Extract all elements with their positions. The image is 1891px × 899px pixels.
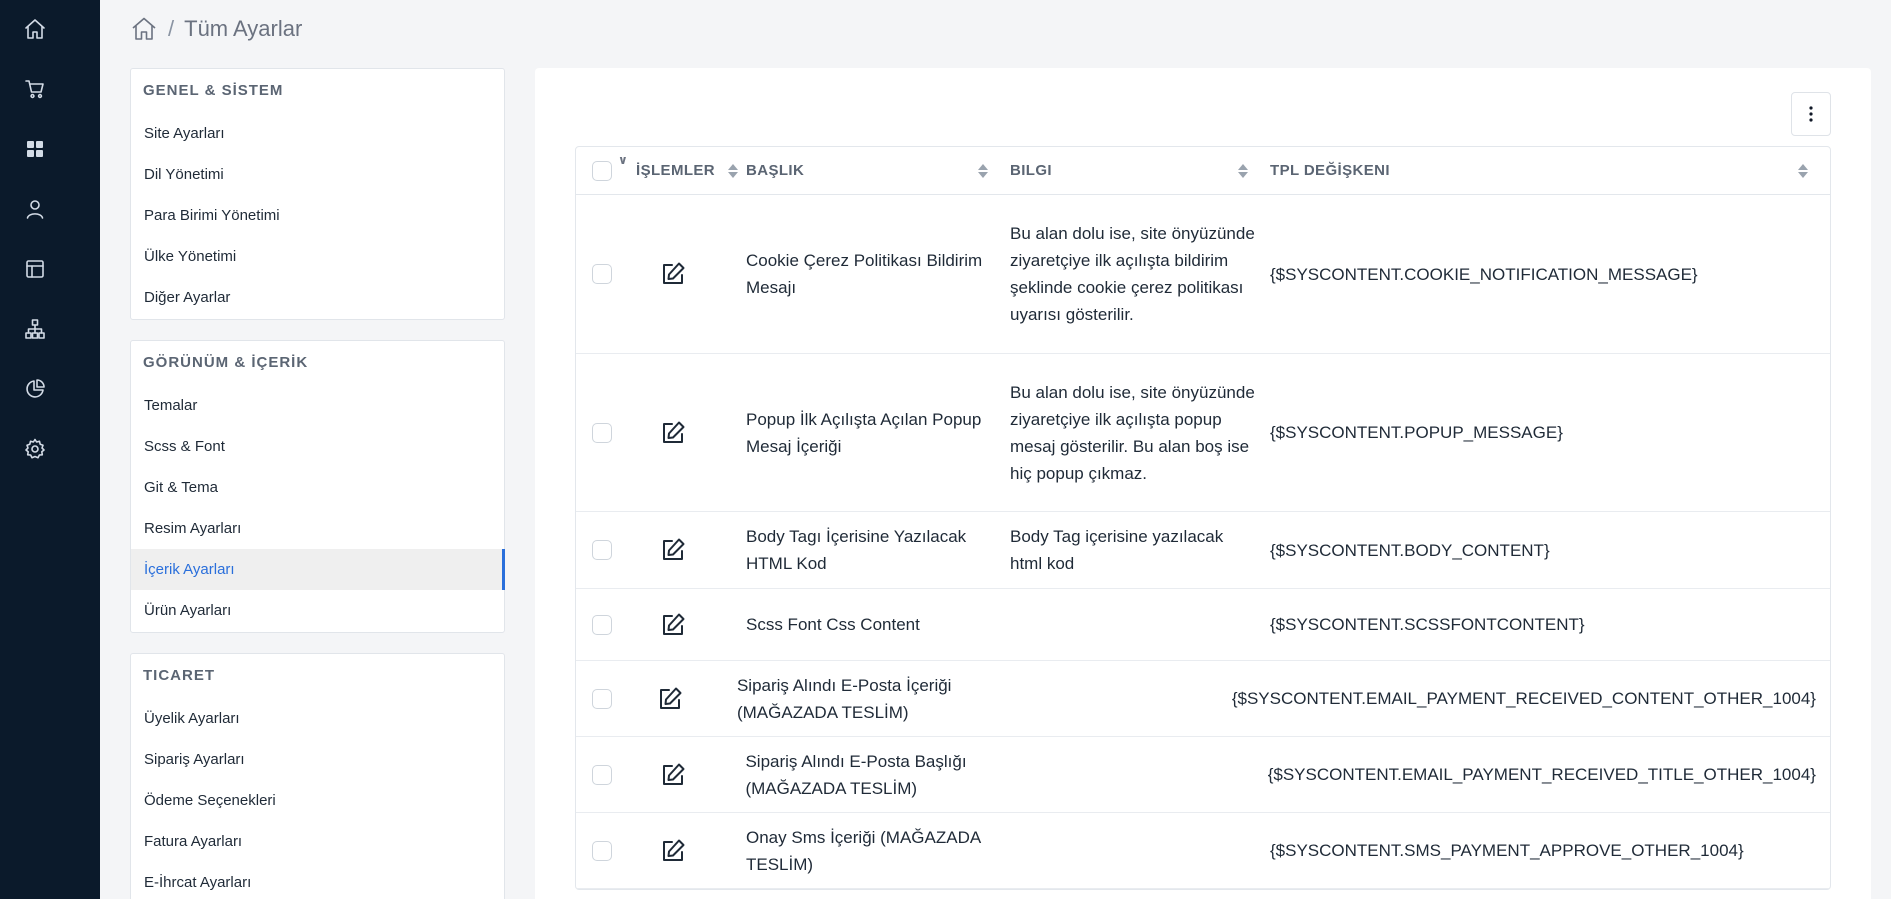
gear-icon[interactable] [22,436,48,462]
row-title: Sipariş Alındı E-Posta İçeriği (MAĞAZADA… [736,675,952,722]
menu-item-country[interactable]: Ülke Yönetimi [131,236,504,277]
header-select-cell: ∨ [576,153,636,181]
table-header: ∨ İŞLEMLER BAŞLIK BILGI TPL DEĞİŞKENI [576,147,1830,195]
content-card: ∨ İŞLEMLER BAŞLIK BILGI TPL DEĞİŞKENI Co… [535,68,1871,899]
breadcrumb-home-icon[interactable] [130,15,158,43]
menu-item-payment-options[interactable]: Ödeme Seçenekleri [131,780,504,821]
more-options-button[interactable] [1791,92,1831,136]
breadcrumb-separator: / [168,16,175,41]
kebab-icon [1809,106,1813,122]
edit-icon[interactable] [659,611,687,639]
edit-icon[interactable] [659,837,687,865]
table-row: Sipariş Alındı E-Posta İçeriği (MAĞAZADA… [576,661,1830,737]
menu-item-git-theme[interactable]: Git & Tema [131,467,504,508]
row-checkbox[interactable] [592,688,612,709]
table-row: Popup İlk Açılışta Açılan Popup Mesaj İç… [576,354,1830,512]
header-info[interactable]: BILGI [1010,162,1270,179]
row-info: Bu alan dolu ise, site önyüzünde ziyaret… [1010,224,1255,324]
row-checkbox[interactable] [592,614,612,635]
row-checkbox[interactable] [592,540,612,560]
row-tpl: {$SYSCONTENT.EMAIL_PAYMENT_RECEIVED_CONT… [1231,689,1816,708]
menu-item-currency[interactable]: Para Birimi Yönetimi [131,195,504,236]
row-title: Scss Font Css Content [746,615,920,634]
menu-item-scss-font[interactable]: Scss & Font [131,426,504,467]
settings-table: ∨ İŞLEMLER BAŞLIK BILGI TPL DEĞİŞKENI Co… [575,146,1831,890]
layout-icon[interactable] [22,256,48,282]
panel-title-commerce: TICARET [143,667,215,684]
menu-panel-commerce: TICARET Üyelik Ayarları Sipariş Ayarları… [130,653,505,899]
row-tpl: {$SYSCONTENT.BODY_CONTENT} [1270,540,1550,560]
left-rail [0,0,100,899]
header-tpl-label: TPL DEĞİŞKENI [1270,162,1390,179]
row-info: Bu alan dolu ise, site önyüzünde ziyaret… [1010,382,1255,483]
edit-icon[interactable] [659,761,687,789]
row-title: Cookie Çerez Politikası Bildirim Mesajı [746,251,983,297]
menu-item-invoice[interactable]: Fatura Ayarları [131,821,504,862]
sort-icon[interactable] [1238,163,1248,178]
panel-title-appearance: GÖRÜNÜM & İÇERİK [143,354,309,371]
row-tpl: {$SYSCONTENT.EMAIL_PAYMENT_RECEIVED_TITL… [1267,765,1816,784]
breadcrumb: / Tüm Ayarlar [130,14,302,44]
row-info: Body Tag içerisine yazılacak html kod [1010,527,1224,573]
menu-item-themes[interactable]: Temalar [131,385,504,426]
header-actions-label: İŞLEMLER [636,162,716,179]
cart-icon[interactable] [22,76,48,102]
header-title-label: BAŞLIK [746,162,805,179]
menu-item-language[interactable]: Dil Yönetimi [131,154,504,195]
menu-item-export[interactable]: E-İhrcat Ayarları [131,862,504,899]
row-checkbox[interactable] [592,422,612,443]
menu-item-other[interactable]: Diğer Ayarlar [131,277,504,318]
header-title[interactable]: BAŞLIK [746,162,1010,179]
row-title: Popup İlk Açılışta Açılan Popup Mesaj İç… [746,409,982,456]
row-tpl: {$SYSCONTENT.COOKIE_NOTIFICATION_MESSAGE… [1270,264,1698,284]
menu-panel-appearance: GÖRÜNÜM & İÇERİK Temalar Scss & Font Git… [130,340,505,633]
row-checkbox[interactable] [592,764,612,785]
header-tpl[interactable]: TPL DEĞİŞKENI [1270,162,1830,179]
table-row: Sipariş Alındı E-Posta Başlığı (MAĞAZADA… [576,737,1830,813]
menu-item-orders[interactable]: Sipariş Ayarları [131,739,504,780]
menu-panel-general: GENEL & SİSTEM Site Ayarları Dil Yönetim… [130,68,505,320]
sitemap-icon[interactable] [22,316,48,342]
table-row: Body Tagı İçerisine Yazılacak HTML Kod B… [576,512,1830,589]
user-icon[interactable] [22,196,48,222]
dashboard-icon[interactable] [22,136,48,162]
menu-item-membership[interactable]: Üyelik Ayarları [131,698,504,739]
home-icon[interactable] [22,16,48,42]
row-tpl: {$SYSCONTENT.SMS_PAYMENT_APPROVE_OTHER_1… [1270,841,1744,860]
edit-icon[interactable] [659,536,687,564]
sort-icon[interactable] [1798,163,1808,178]
edit-icon[interactable] [659,419,687,447]
sort-icon[interactable] [728,163,738,178]
chevron-down-icon[interactable]: ∨ [618,153,628,167]
edit-icon[interactable] [656,685,684,713]
table-row: Onay Sms İçeriği (MAĞAZADA TESLİM) {$SYS… [576,813,1830,889]
menu-item-image-settings[interactable]: Resim Ayarları [131,508,504,549]
sort-icon[interactable] [978,163,988,178]
row-checkbox[interactable] [592,264,612,284]
table-row: Cookie Çerez Politikası Bildirim Mesajı … [576,195,1830,354]
menu-item-product-settings[interactable]: Ürün Ayarları [131,590,504,631]
header-info-label: BILGI [1010,162,1052,179]
row-tpl: {$SYSCONTENT.SCSSFONTCONTENT} [1270,615,1585,634]
row-title: Sipariş Alındı E-Posta Başlığı (MAĞAZADA… [745,751,967,798]
breadcrumb-current: Tüm Ayarlar [184,16,303,41]
header-actions[interactable]: İŞLEMLER [636,162,746,179]
menu-item-content-settings[interactable]: İçerik Ayarları [131,549,505,590]
edit-icon[interactable] [659,260,687,288]
panel-title-general: GENEL & SİSTEM [143,82,284,99]
row-checkbox[interactable] [592,840,612,861]
table-row: Scss Font Css Content {$SYSCONTENT.SCSSF… [576,589,1830,661]
row-title: Onay Sms İçeriği (MAĞAZADA TESLİM) [746,827,981,874]
pie-chart-icon[interactable] [22,376,48,402]
row-title: Body Tagı İçerisine Yazılacak HTML Kod [746,527,967,573]
menu-item-site-settings[interactable]: Site Ayarları [131,113,504,154]
select-all-checkbox[interactable] [592,160,612,181]
row-tpl: {$SYSCONTENT.POPUP_MESSAGE} [1270,423,1563,442]
